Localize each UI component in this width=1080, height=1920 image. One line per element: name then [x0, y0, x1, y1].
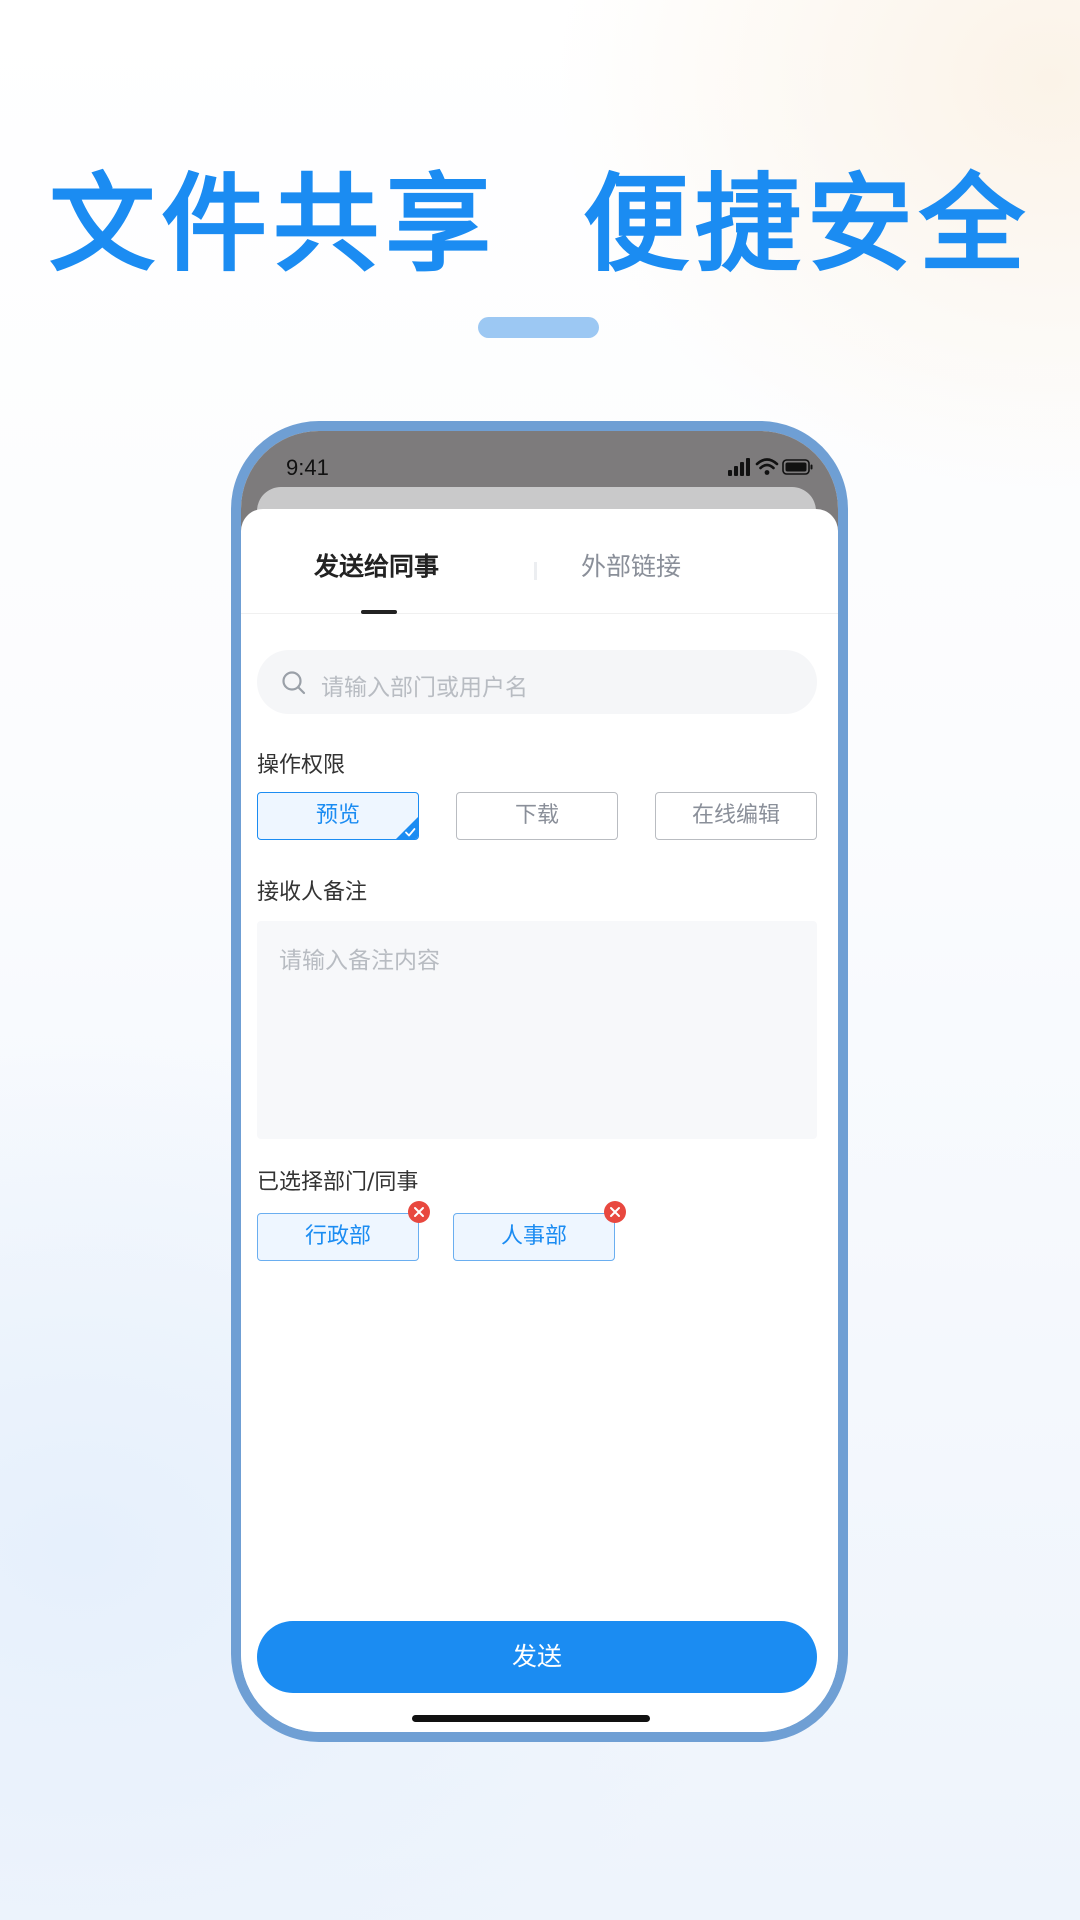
tab-external-link[interactable]: 外部链接: [581, 547, 681, 583]
tab-separator: [534, 562, 537, 580]
status-time: 9:41: [286, 455, 329, 480]
tab-bar: 发送给同事 外部链接: [241, 509, 838, 614]
status-icons: [728, 458, 813, 476]
headline: 文件共享 便捷安全: [49, 163, 1031, 286]
send-button[interactable]: 发送: [257, 1621, 817, 1693]
selected-label: 已选择部门/同事: [257, 1170, 419, 1195]
permission-option-label: 在线编辑: [691, 803, 780, 828]
remove-chip-icon[interactable]: [604, 1201, 626, 1223]
permission-download-option[interactable]: 下载: [456, 792, 618, 840]
share-sheet: 发送给同事 外部链接 请输入部门或用户名 操作权限 预览 下载 在线编辑 接收人…: [241, 509, 838, 1732]
phone-screen: 9:41 发送给同事 外部链接 请输入部门或用户名 操作权限 预览 下载 在线编…: [241, 431, 838, 1732]
remark-textarea[interactable]: 请输入备注内容: [257, 921, 817, 1139]
permissions-label: 操作权限: [257, 753, 346, 778]
cellular-signal-icon: [728, 458, 750, 476]
permission-preview-option[interactable]: 预览: [257, 792, 419, 840]
permission-option-label: 预览: [315, 803, 360, 828]
search-placeholder: 请输入部门或用户名: [321, 675, 528, 701]
decorative-divider: [478, 317, 599, 338]
remark-placeholder: 请输入备注内容: [279, 948, 440, 974]
selected-chip: 人事部: [453, 1213, 615, 1261]
chip-label: 人事部: [500, 1224, 567, 1249]
wifi-icon: [755, 458, 779, 470]
active-tab-indicator: [361, 610, 397, 614]
selected-check-icon: [396, 817, 418, 839]
phone-frame: 9:41 发送给同事 外部链接 请输入部门或用户名 操作权限 预览 下载 在线编…: [231, 421, 848, 1742]
selected-chip: 行政部: [257, 1213, 419, 1261]
permission-option-label: 下载: [514, 803, 559, 828]
remove-chip-icon[interactable]: [408, 1201, 430, 1223]
home-indicator: [412, 1715, 650, 1722]
wifi-dot-icon: [764, 470, 770, 475]
remark-label: 接收人备注: [257, 880, 368, 905]
tab-send-to-colleague[interactable]: 发送给同事: [314, 547, 439, 583]
battery-icon: [782, 459, 813, 475]
search-input[interactable]: 请输入部门或用户名: [257, 650, 817, 714]
permission-online-edit-option[interactable]: 在线编辑: [655, 792, 817, 840]
chip-label: 行政部: [304, 1224, 371, 1249]
search-icon: [282, 671, 306, 695]
